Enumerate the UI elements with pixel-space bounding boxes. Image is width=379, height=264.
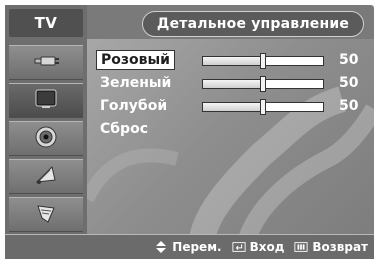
slider-green-fill	[203, 80, 263, 88]
picture-tv-icon	[32, 88, 60, 114]
enter-icon	[232, 240, 246, 254]
hint-enter: Вход	[232, 240, 285, 254]
channel-satellite-icon	[32, 162, 60, 192]
setting-value-blue: 50	[339, 98, 359, 114]
slider-pink-thumb[interactable]	[260, 53, 266, 69]
speaker-sound-icon	[33, 124, 59, 154]
return-menu-icon	[294, 240, 308, 254]
setting-value-green: 50	[339, 75, 359, 91]
setting-label-blue: Голубой	[100, 98, 168, 114]
setting-row-blue[interactable]: Голубой	[96, 96, 171, 116]
setting-row-pink[interactable]: Розовый	[96, 50, 175, 70]
setting-label-reset: Сброс	[100, 121, 148, 137]
sidebar: TV	[5, 5, 87, 259]
slider-green-thumb[interactable]	[260, 76, 266, 92]
hint-return: Возврат	[294, 240, 368, 254]
slider-blue-thumb[interactable]	[260, 99, 266, 115]
page-title: Детальное управление	[142, 11, 364, 37]
slider-pink[interactable]	[202, 53, 324, 69]
setting-label-green: Зеленый	[100, 75, 172, 91]
input-plug-icon	[32, 52, 60, 74]
footer-hints: Перем. Вход Возврат	[5, 234, 374, 259]
sidebar-item-picture[interactable]	[9, 83, 83, 118]
hint-move-label: Перем.	[172, 240, 222, 254]
setup-icon	[32, 200, 60, 230]
hint-enter-label: Вход	[249, 240, 285, 254]
tab-tv-label: TV	[34, 14, 58, 32]
hint-return-label: Возврат	[312, 240, 368, 254]
tab-tv[interactable]: TV	[9, 9, 83, 37]
slider-pink-fill	[203, 57, 263, 65]
tv-osd-screen: TV Детальное управление Розовый 50 Зелен…	[0, 0, 379, 264]
osd-frame: TV	[5, 5, 374, 259]
setting-label-pink: Розовый	[96, 50, 175, 70]
slider-blue[interactable]	[202, 99, 324, 115]
page-title-text: Детальное управление	[156, 16, 350, 32]
sidebar-item-channel[interactable]	[9, 159, 83, 194]
setting-row-reset[interactable]: Сброс	[96, 119, 152, 139]
slider-green[interactable]	[202, 76, 324, 92]
sidebar-item-setup[interactable]	[9, 197, 83, 232]
up-down-arrows-icon	[154, 240, 168, 254]
setting-row-green[interactable]: Зеленый	[96, 73, 175, 93]
sidebar-item-sound[interactable]	[9, 121, 83, 156]
hint-move: Перем.	[154, 240, 222, 254]
sidebar-item-input[interactable]	[9, 45, 83, 80]
slider-blue-fill	[203, 103, 263, 111]
setting-value-pink: 50	[339, 52, 359, 68]
